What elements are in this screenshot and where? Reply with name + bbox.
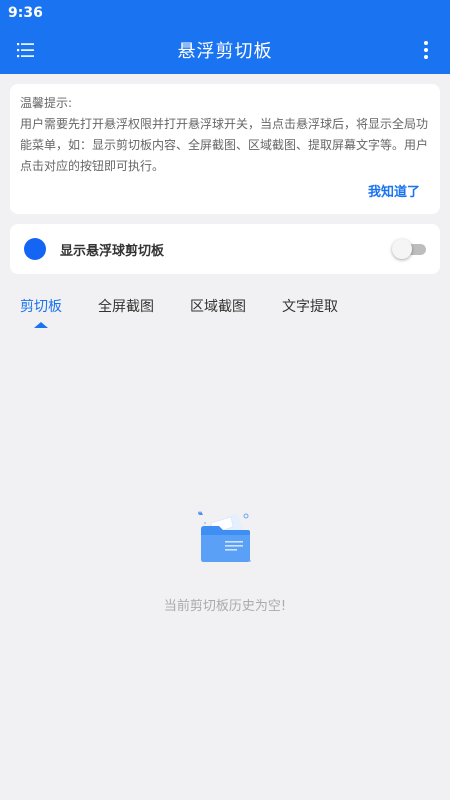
- tab-text-extract[interactable]: 文字提取: [272, 292, 348, 330]
- notice-card: 温馨提示: 用户需要先打开悬浮权限并打开悬浮球开关，当点击悬浮球后，将显示全局功…: [10, 84, 440, 214]
- float-toggle-switch[interactable]: [392, 238, 426, 260]
- notice-body: 用户需要先打开悬浮权限并打开悬浮球开关，当点击悬浮球后，将显示全局功能菜单，如：…: [20, 117, 429, 173]
- notice-title: 温馨提示:: [20, 96, 73, 110]
- status-bar: 9:36: [0, 0, 450, 26]
- tab-bar: 剪切板 全屏截图 区域截图 文字提取: [0, 292, 450, 330]
- float-toggle-label: 显示悬浮球剪切板: [60, 243, 165, 259]
- tab-region-screenshot[interactable]: 区域截图: [180, 292, 256, 330]
- tab-label: 剪切板: [20, 299, 62, 315]
- more-vertical-icon[interactable]: [414, 38, 438, 62]
- active-tab-indicator: [34, 322, 48, 328]
- page-title: 悬浮剪切板: [177, 41, 273, 62]
- app-bar: 悬浮剪切板: [0, 26, 450, 74]
- tab-label: 文字提取: [282, 299, 338, 315]
- empty-message: 当前剪切板历史为空!: [163, 599, 287, 614]
- float-ball-indicator: [24, 238, 46, 260]
- tab-label: 区域截图: [190, 299, 246, 315]
- switch-thumb: [392, 239, 412, 259]
- empty-state: 当前剪切板历史为空!: [0, 505, 450, 614]
- status-time: 9:36: [8, 5, 43, 21]
- tab-label: 全屏截图: [98, 299, 154, 315]
- got-it-button[interactable]: 我知道了: [368, 181, 420, 200]
- tab-clipboard[interactable]: 剪切板: [10, 292, 72, 330]
- list-menu-icon[interactable]: [14, 38, 38, 62]
- float-toggle-card: 显示悬浮球剪切板: [10, 224, 440, 274]
- tab-fullscreen-screenshot[interactable]: 全屏截图: [88, 292, 164, 330]
- empty-folder-icon: [198, 511, 251, 562]
